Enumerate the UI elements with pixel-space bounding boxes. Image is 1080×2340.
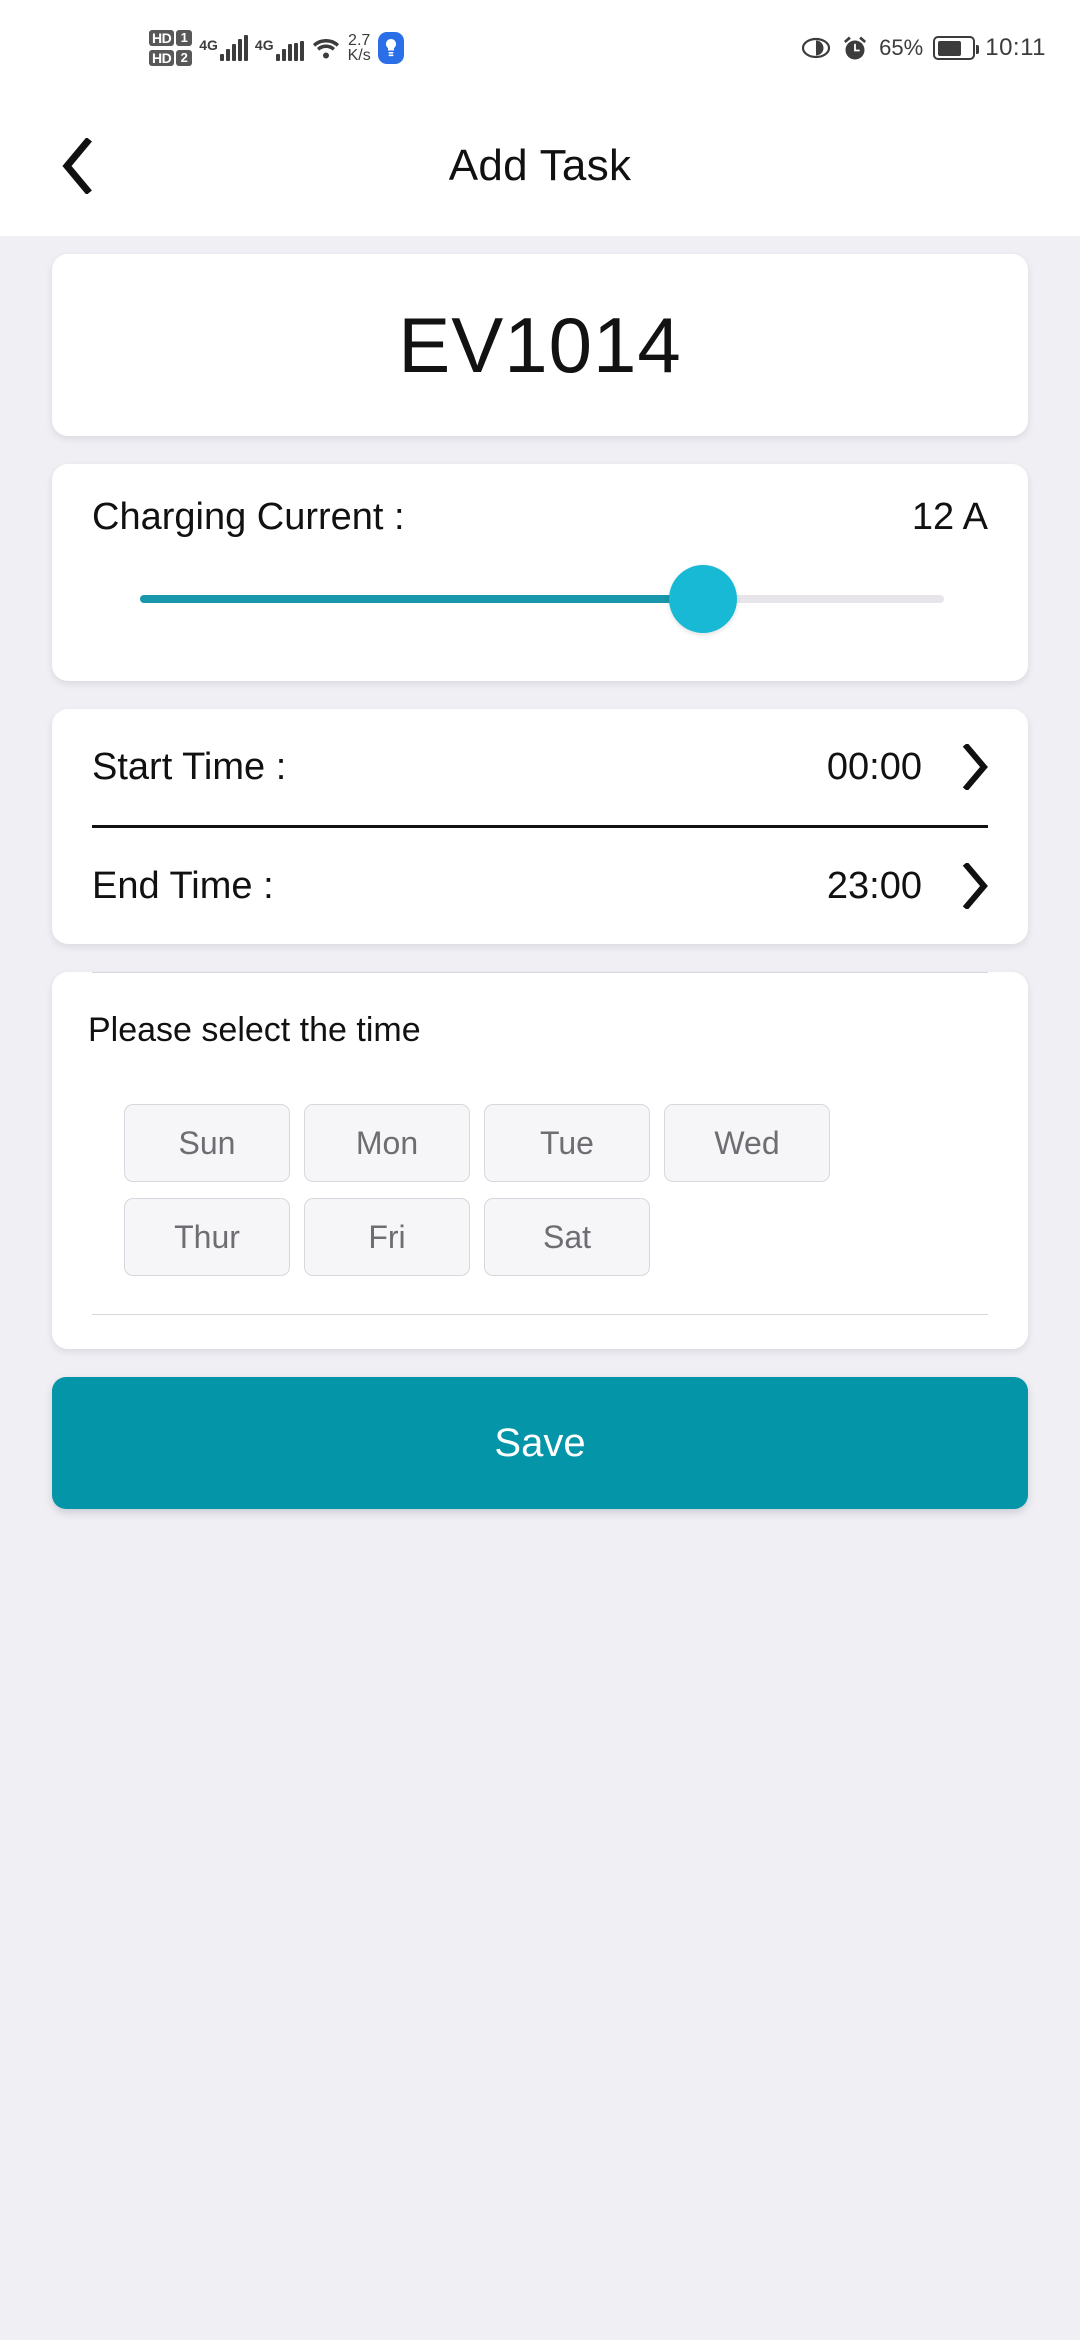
end-time-label: End Time : [92,864,274,907]
sim1-hd-label: HD [149,30,175,46]
start-time-label: Start Time : [92,745,287,788]
day-button-label: Sun [178,1124,236,1161]
dual-sim-indicator: HD 1 HD 2 [149,30,193,66]
sim2-hd-label: HD [149,50,175,66]
day-button-label: Mon [355,1124,419,1161]
day-button-tue[interactable]: Tue [484,1104,650,1182]
status-bar-right: 65% 10:11 [801,34,1046,62]
wifi-icon [311,36,341,60]
eye-icon [801,37,831,59]
signal-sim1: 4G [199,35,248,61]
charging-current-card: Charging Current : 12 A [52,464,1028,681]
charging-current-slider[interactable] [92,561,988,637]
sim2-hd-indicator: HD 2 [149,50,193,66]
data-speed-indicator: 2.7 K/s [347,32,371,64]
signal-bars-sim2-icon [275,35,304,61]
end-time-row[interactable]: End Time : 23:00 [92,828,988,944]
day-button-sun[interactable]: Sun [124,1104,290,1182]
sim1-hd-indicator: HD 1 [149,30,193,46]
day-button-grid: Sun Mon Tue Wed Thur Fri Sat [86,1050,994,1286]
clock-label: 10:11 [985,34,1046,61]
app-screen: HD 1 HD 2 4G 4G 2.7 K/s 65% 10:11 Add Ta… [0,0,1080,2340]
back-button[interactable] [46,136,106,196]
chevron-left-icon [59,138,93,194]
charging-current-label: Charging Current : [92,496,405,538]
battery-fill [937,40,962,56]
signal-bars-sim1-icon [219,35,248,61]
day-selector-title: Please select the time [88,1011,421,1049]
battery-percent-label: 65% [879,35,924,60]
start-time-row[interactable]: Start Time : 00:00 [92,709,988,825]
device-name-label: EV1014 [398,300,682,389]
chevron-right-icon [962,744,988,790]
day-button-fri[interactable]: Fri [304,1198,470,1276]
network-type-sim2: 4G [254,37,274,53]
day-button-label: Fri [368,1218,406,1255]
alarm-icon [841,34,869,62]
day-button-label: Sat [542,1218,592,1255]
day-selector-card: Please select the time Sun Mon Tue Wed Thur F… [52,972,1028,1349]
network-type-sim1: 4G [199,37,218,53]
save-button[interactable]: Save [52,1377,1028,1509]
app-header: Add Task [0,96,1080,236]
chevron-right-icon [962,863,988,909]
time-range-card: Start Time : 00:00 End Time : 23:00 [52,709,1028,944]
start-time-value: 00:00 [826,745,922,788]
sim2-number: 2 [176,50,193,66]
device-name-card: EV1014 [52,254,1028,436]
data-speed-value: 2.7 [348,32,371,49]
page-title: Add Task [448,141,632,190]
day-button-label: Wed [714,1124,780,1161]
status-bar-left: HD 1 HD 2 4G 4G 2.7 K/s [149,30,404,66]
day-button-label: Tue [540,1124,594,1161]
day-button-mon[interactable]: Mon [304,1104,470,1182]
day-button-label: Thur [174,1218,240,1255]
data-speed-unit: K/s [347,47,371,64]
slider-track-active [140,595,703,603]
charging-current-row: Charging Current : 12 A [92,496,988,539]
signal-sim2: 4G [255,35,304,61]
sim1-number: 1 [176,30,193,46]
charging-current-value: 12 A [911,496,988,538]
day-button-thur[interactable]: Thur [124,1198,290,1276]
days-bottom-padding [86,1315,994,1349]
slider-thumb[interactable] [668,565,737,633]
status-bar: HD 1 HD 2 4G 4G 2.7 K/s 65% 10:11 [0,0,1080,96]
day-button-sat[interactable]: Sat [484,1198,650,1276]
day-button-wed[interactable]: Wed [664,1104,830,1182]
battery-icon [933,36,980,60]
end-time-value: 23:00 [826,864,922,907]
bulb-icon [377,32,404,64]
